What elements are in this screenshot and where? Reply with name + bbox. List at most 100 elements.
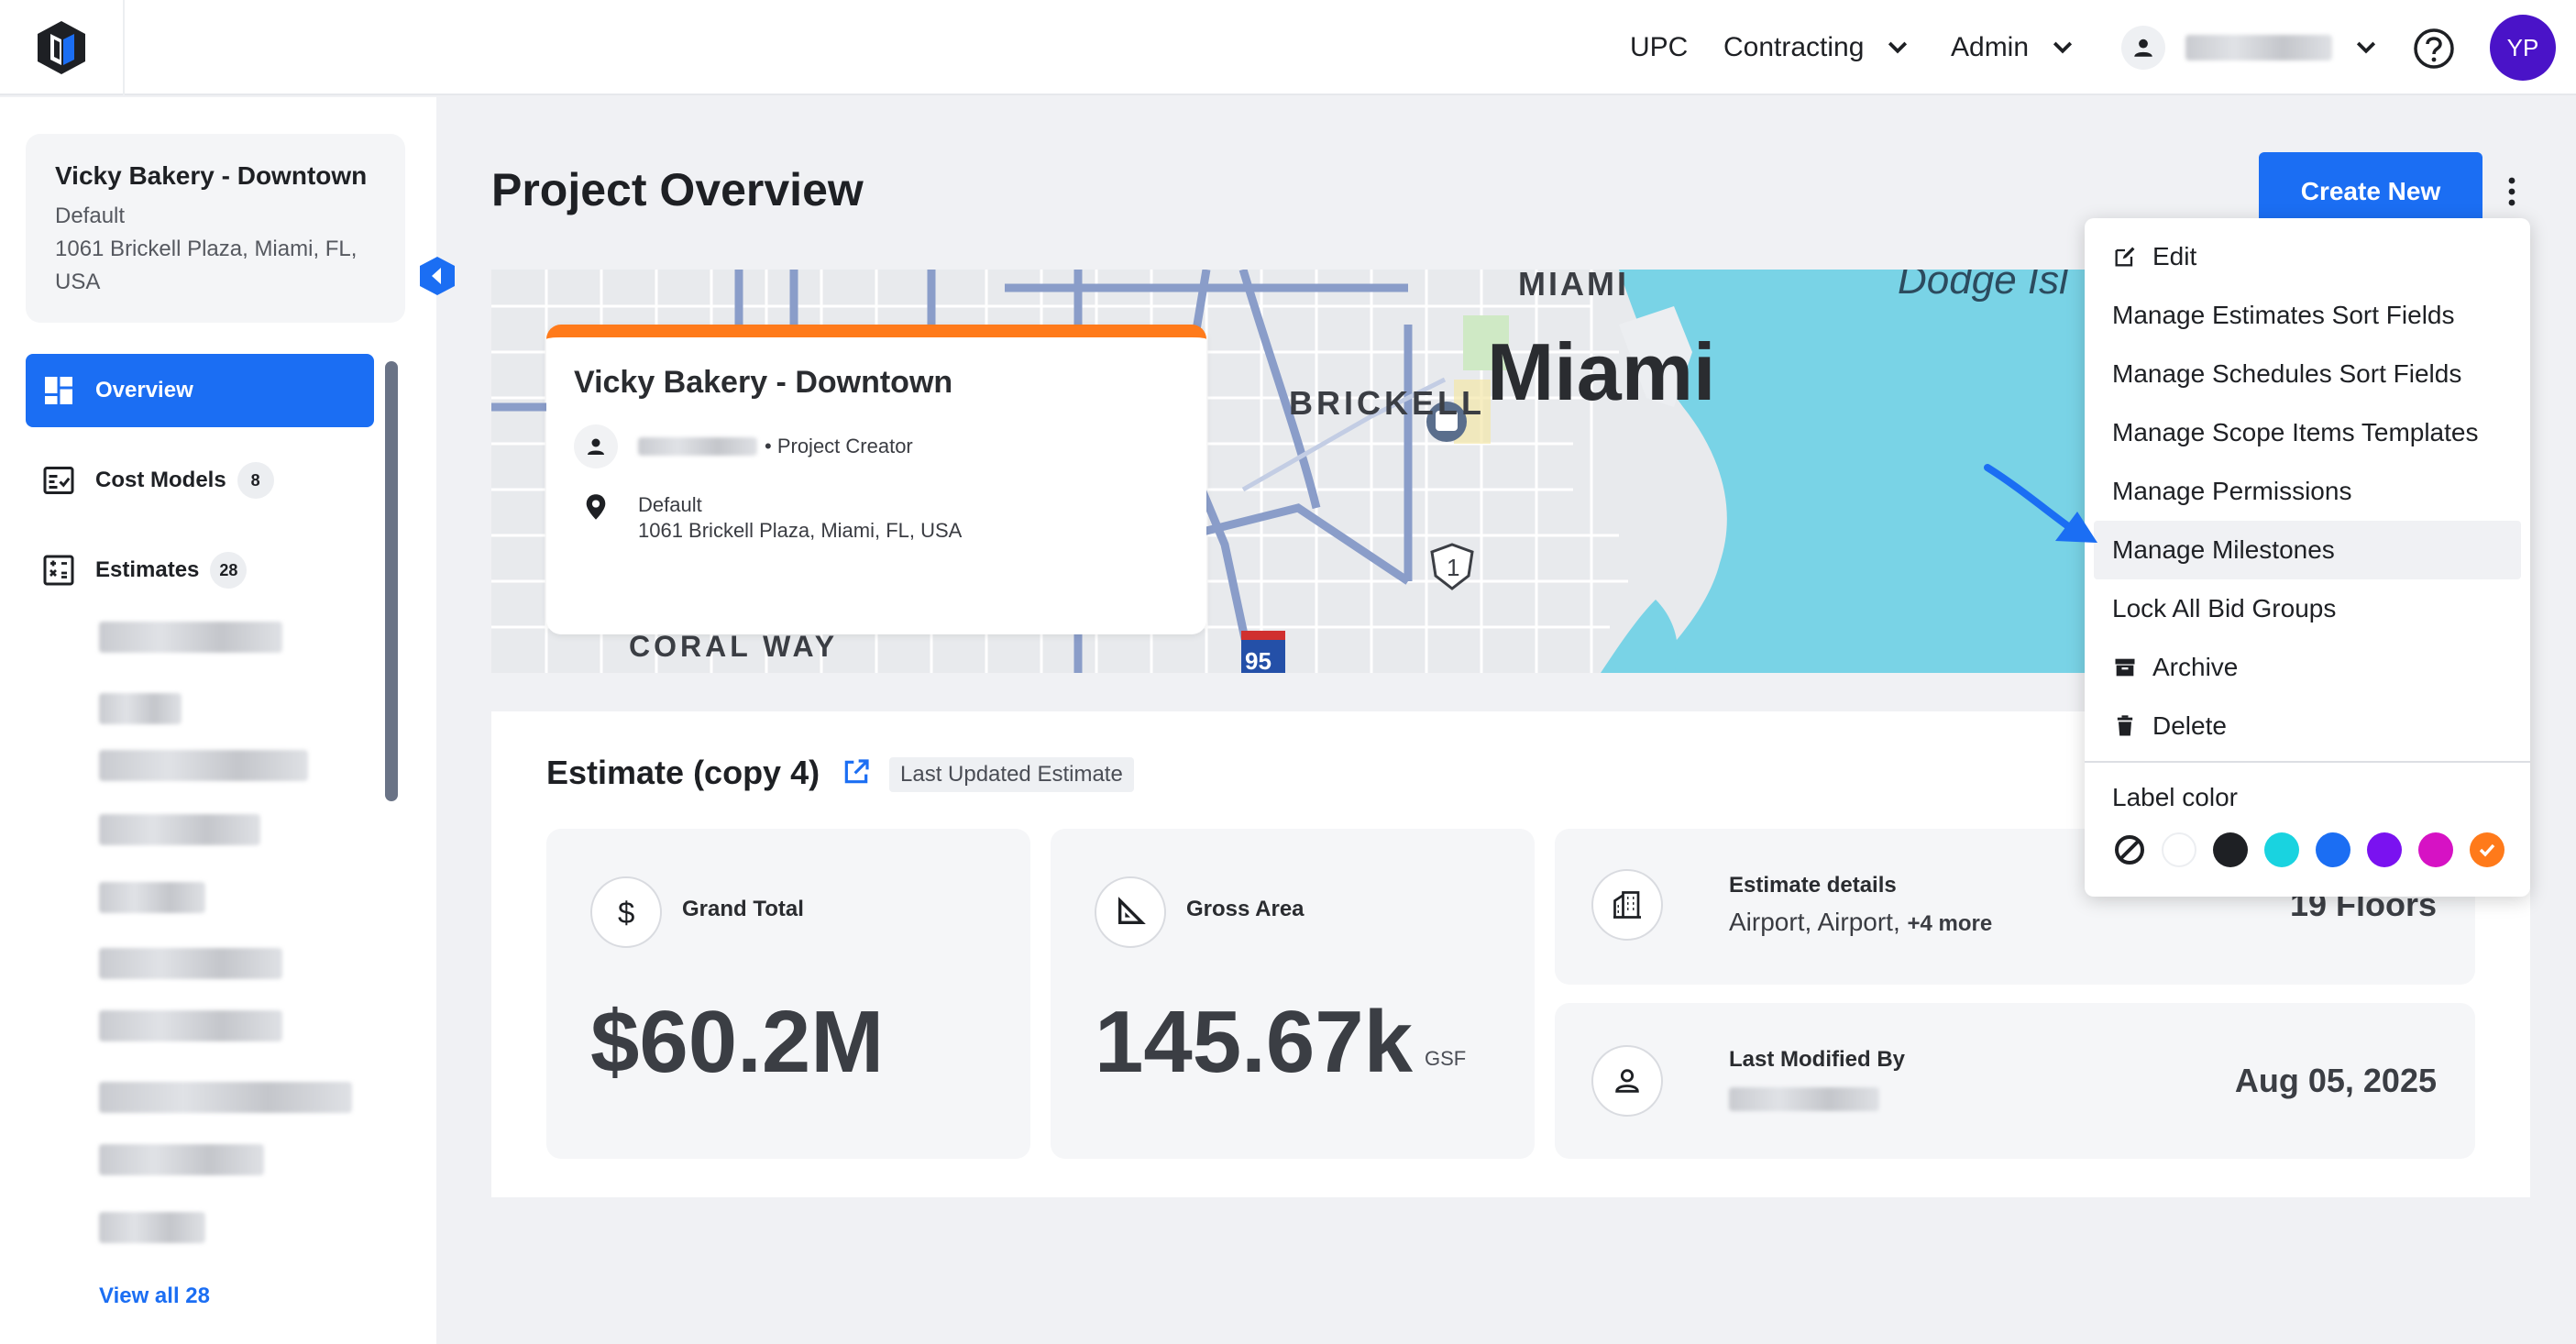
sidebar: Vicky Bakery - Downtown Default 1061 Bri…: [0, 97, 455, 1344]
last-modified-label: Last Modified By: [1729, 1047, 1906, 1072]
swatch-purple[interactable]: [2367, 832, 2402, 867]
annotation-arrow-icon: [1984, 464, 2097, 543]
collapse-left-icon: [420, 257, 455, 295]
estimate-list-item[interactable]: [99, 622, 282, 653]
sidebar-collapse-button[interactable]: [416, 255, 458, 297]
sidebar-item-overview[interactable]: Overview: [26, 354, 374, 427]
nav-admin-label: Admin: [1951, 32, 2030, 62]
estimate-list-item[interactable]: [99, 1144, 264, 1175]
user-icon: [2121, 26, 2165, 70]
menu-item-label: Manage Schedules Sort Fields: [2112, 359, 2462, 388]
map-card-address: 1061 Brickell Plaza, Miami, FL, USA: [638, 519, 963, 542]
dashboard-icon: [45, 377, 72, 404]
menu-item-manage-milestones[interactable]: Manage Milestones: [2094, 521, 2521, 579]
nav-admin[interactable]: Admin: [1951, 0, 2076, 95]
user-name-redacted: [2185, 35, 2332, 61]
sidebar-project-details: Default 1061 Brickell Plaza, Miami, FL, …: [55, 200, 376, 299]
user-icon: [574, 424, 618, 468]
nav-contracting[interactable]: Contracting: [1723, 0, 1911, 95]
sidebar-item-label: Overview: [95, 378, 193, 402]
estimate-list-item[interactable]: [99, 1082, 352, 1113]
menu-item-manage-estimates-sort-fields[interactable]: Manage Estimates Sort Fields: [2085, 286, 2530, 345]
sidebar-project-name: Vicky Bakery - Downtown: [55, 161, 368, 190]
last-modified-date: Aug 05, 2025: [2234, 1062, 2437, 1099]
external-link-icon: [844, 759, 869, 784]
menu-divider: [2085, 761, 2530, 763]
company-logo[interactable]: [0, 0, 125, 95]
sidebar-project-location-label: Default: [55, 204, 126, 228]
dollar-icon: $: [590, 876, 662, 948]
estimate-list-item[interactable]: [99, 1010, 282, 1041]
avatar-initials: YP: [2506, 33, 2539, 61]
chevron-down-icon: [1888, 41, 1908, 54]
menu-item-manage-schedules-sort-fields[interactable]: Manage Schedules Sort Fields: [2085, 345, 2530, 403]
sidebar-item-label: Cost Models: [95, 468, 226, 492]
no-color-icon: [2115, 835, 2144, 865]
sidebar-item-estimates[interactable]: Estimates 28: [26, 534, 374, 607]
map-label-brickell: BRICKELL: [1289, 384, 1485, 422]
nav-upc[interactable]: UPC: [1630, 0, 1688, 95]
gross-area-label: Gross Area: [1186, 897, 1305, 921]
sidebar-scrollbar[interactable]: [385, 361, 398, 801]
estimate-title: Estimate (copy 4): [546, 754, 820, 791]
map-card-location: Default 1061 Brickell Plaza, Miami, FL, …: [638, 492, 962, 544]
trash-icon: [2117, 715, 2133, 736]
swatch-none[interactable]: [2112, 832, 2147, 867]
logo-icon: [38, 21, 85, 74]
sidebar-project-address: 1061 Brickell Plaza, Miami, FL, USA: [55, 237, 358, 294]
map-card-location-label: Default: [638, 493, 702, 516]
creator-name-redacted: [638, 437, 757, 456]
map-card-location-row: Default 1061 Brickell Plaza, Miami, FL, …: [574, 492, 1179, 544]
estimate-list-item[interactable]: [99, 1212, 205, 1243]
sidebar-project-card: Vicky Bakery - Downtown Default 1061 Bri…: [26, 134, 405, 323]
estimate-details-more-link[interactable]: +4 more: [1908, 911, 1993, 936]
swatch-magenta[interactable]: [2418, 832, 2453, 867]
estimate-list-item[interactable]: [99, 882, 205, 913]
menu-item-manage-scope-items-templates[interactable]: Manage Scope Items Templates: [2085, 403, 2530, 462]
menu-item-label: Manage Estimates Sort Fields: [2112, 301, 2455, 329]
menu-item-label: Manage Scope Items Templates: [2112, 418, 2479, 446]
menu-item-label: Edit: [2152, 242, 2197, 270]
swatch-orange-selected[interactable]: [2470, 832, 2504, 867]
menu-item-manage-permissions[interactable]: Manage Permissions: [2085, 462, 2530, 521]
sidebar-item-cost-models[interactable]: Cost Models 8: [26, 444, 374, 517]
swatch-black[interactable]: [2213, 832, 2248, 867]
estimate-details-value: Airport, Airport, +4 more: [1729, 908, 1992, 937]
menu-item-label: Delete: [2152, 711, 2227, 740]
menu-item-delete[interactable]: Delete: [2085, 697, 2530, 755]
chevron-down-icon: [2356, 41, 2376, 54]
more-options-button[interactable]: [2501, 172, 2523, 213]
swatch-cyan[interactable]: [2264, 832, 2299, 867]
open-estimate-link[interactable]: [842, 757, 871, 787]
estimates-icon: [43, 555, 74, 586]
estimate-list-item[interactable]: [99, 693, 182, 724]
archive-icon: [2115, 658, 2135, 677]
page-title: Project Overview: [491, 164, 864, 215]
menu-item-archive[interactable]: Archive: [2085, 638, 2530, 697]
menu-item-edit[interactable]: Edit: [2085, 227, 2530, 286]
estimate-list-item[interactable]: [99, 814, 260, 845]
last-modified-user-redacted: [1729, 1087, 1879, 1111]
project-actions-menu: Edit Manage Estimates Sort Fields Manage…: [2085, 218, 2530, 897]
cost-models-icon: [43, 467, 74, 494]
swatch-white[interactable]: [2162, 832, 2196, 867]
swatch-blue[interactable]: [2316, 832, 2350, 867]
user-menu[interactable]: [2121, 0, 2380, 95]
estimate-list-item[interactable]: [99, 948, 282, 979]
menu-item-lock-all-bid-groups[interactable]: Lock All Bid Groups: [2085, 579, 2530, 638]
gross-area-card: Gross Area 145.67k GSF: [1051, 829, 1535, 1159]
map-label-dodge-island: Dodge Isl: [1898, 270, 2069, 303]
edit-icon: [2115, 247, 2135, 267]
avatar[interactable]: YP: [2490, 15, 2556, 81]
grand-total-card: $ Grand Total $60.2M: [546, 829, 1030, 1159]
cost-models-count-badge: 8: [237, 462, 274, 499]
estimate-details-text: Airport, Airport,: [1729, 908, 1900, 936]
grand-total-label: Grand Total: [682, 897, 804, 921]
gross-area-value: 145.67k: [1095, 993, 1414, 1091]
label-color-heading: Label color: [2112, 783, 2238, 811]
last-modified-card: Last Modified By Aug 05, 2025: [1555, 1003, 2475, 1159]
menu-item-label: Manage Milestones: [2112, 535, 2335, 564]
view-all-estimates-link[interactable]: View all 28: [99, 1283, 210, 1309]
estimate-list-item[interactable]: [99, 750, 308, 781]
help-icon[interactable]: [2413, 28, 2455, 70]
